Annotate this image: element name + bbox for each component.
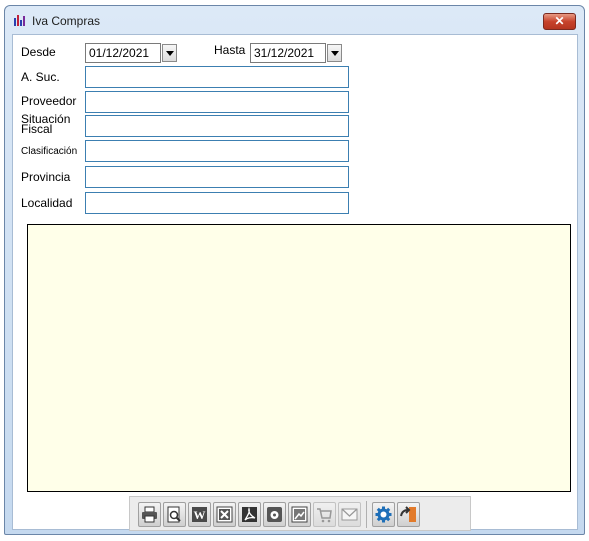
exit-door-icon: [400, 506, 416, 522]
situacion-fiscal-label: Situación Fiscal: [21, 113, 70, 135]
mail-icon: [341, 508, 358, 521]
settings-gear-icon: [375, 506, 392, 523]
printer-icon: [142, 506, 157, 523]
export-excel-button[interactable]: [213, 502, 236, 527]
hasta-label: Hasta: [214, 43, 246, 57]
pdf-icon: [242, 506, 257, 522]
suc-label: A. Suc.: [21, 70, 60, 84]
exit-button[interactable]: [397, 502, 420, 527]
word-icon: W: [192, 507, 207, 522]
print-button[interactable]: [138, 502, 161, 527]
cart-icon: [317, 508, 332, 523]
preview-button[interactable]: [163, 502, 186, 527]
hasta-date-field[interactable]: 31/12/2021: [250, 43, 326, 63]
export-pdf-button[interactable]: [238, 502, 261, 527]
form-area: Desde 01/12/2021 Hasta 31/12/2021 A. Suc…: [12, 34, 578, 531]
iva-compras-window: Iva Compras ✕ Desde 01/12/2021 Hasta 31/…: [4, 5, 585, 535]
image-export-icon: [291, 506, 308, 523]
localidad-field[interactable]: [85, 192, 349, 214]
desde-date-field[interactable]: 01/12/2021: [85, 43, 161, 63]
provincia-label: Provincia: [21, 170, 71, 184]
results-grid[interactable]: [27, 224, 571, 492]
clasificacion-field[interactable]: [85, 140, 349, 162]
desde-dropdown-button[interactable]: [162, 44, 177, 62]
provincia-field[interactable]: [85, 166, 349, 188]
situacion-fiscal-field[interactable]: [85, 115, 349, 137]
email-button[interactable]: [338, 502, 361, 527]
print-preview-icon: [167, 506, 181, 523]
proveedor-field[interactable]: [85, 91, 349, 113]
settings-button[interactable]: [372, 502, 395, 527]
window-title: Iva Compras: [32, 14, 101, 28]
toolbar-separator: [366, 501, 367, 528]
disk-icon: [267, 507, 282, 522]
proveedor-label: Proveedor: [21, 94, 77, 108]
localidad-label: Localidad: [21, 196, 73, 210]
export-word-button[interactable]: W: [188, 502, 211, 527]
desde-label: Desde: [21, 45, 56, 59]
title-bar[interactable]: Iva Compras ✕: [5, 6, 584, 34]
excel-icon: [216, 506, 233, 523]
hasta-dropdown-button[interactable]: [327, 44, 342, 62]
export-image-button[interactable]: [288, 502, 311, 527]
export-disk-button[interactable]: [263, 502, 286, 527]
cart-button[interactable]: [313, 502, 336, 527]
close-button[interactable]: ✕: [543, 13, 576, 30]
bar-chart-icon: [14, 15, 26, 26]
suc-field[interactable]: [85, 66, 349, 88]
clasificacion-label: Clasificación: [21, 146, 78, 157]
svg-text:W: W: [194, 508, 206, 522]
report-toolbar: W: [129, 496, 471, 531]
